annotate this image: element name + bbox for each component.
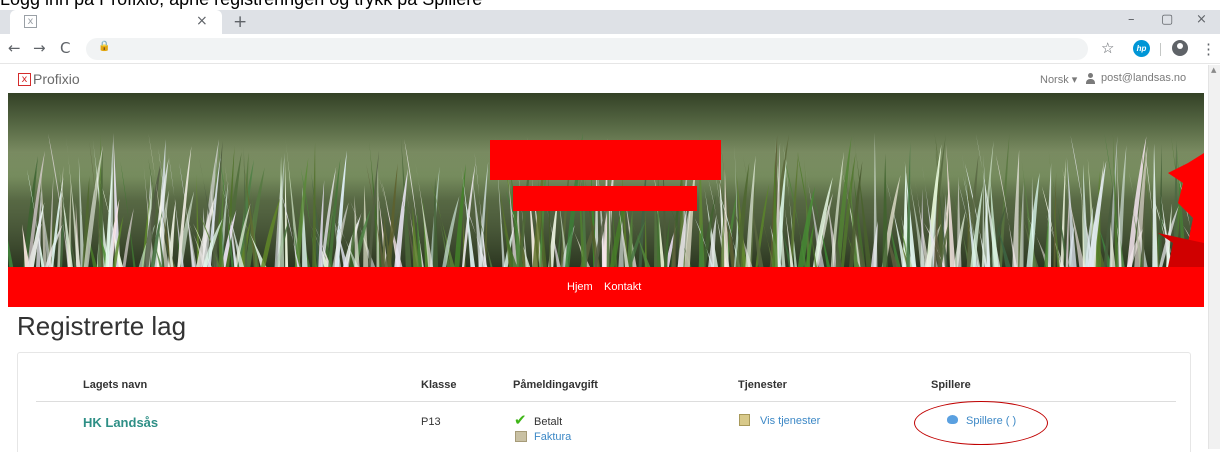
annotation-circle [914, 401, 1048, 445]
page-title: Registrerte lag [17, 311, 187, 341]
browser-tab-strip: x × + – ▢ × [0, 10, 1220, 34]
user-menu[interactable]: post@landsas.no [1085, 72, 1186, 84]
toolbar-divider [1160, 43, 1161, 56]
web-page: ▲ x Profixio Norsk ▾ post@landsas.no Hje… [0, 65, 1220, 452]
teams-table-panel: Lagets navn Klasse Påmeldingavgift Tjene… [17, 352, 1191, 452]
invoice-icon [515, 431, 527, 442]
column-header-players: Spillere [931, 379, 971, 391]
redacted-subtitle-block [513, 186, 697, 211]
profixio-favicon-icon: x [24, 15, 37, 28]
browser-tab[interactable]: x × [10, 10, 222, 34]
grass-banner-image [8, 93, 1204, 267]
column-header-fee: Påmeldingavgift [513, 379, 598, 391]
nav-link-home[interactable]: Hjem [567, 281, 593, 293]
fee-status: Betalt [534, 416, 563, 428]
reload-button[interactable]: C [60, 39, 70, 57]
maximize-button[interactable]: ▢ [1161, 12, 1173, 27]
language-dropdown[interactable]: Norsk ▾ [1040, 73, 1077, 86]
team-class: P13 [421, 416, 441, 428]
user-email: post@landsas.no [1101, 72, 1187, 84]
hp-extension-icon[interactable]: hp [1133, 40, 1150, 57]
caption-text: Logg inn på Profixio, åpne registreringe… [0, 0, 482, 10]
checkmark-icon: ✔ [514, 411, 527, 429]
team-name-link[interactable]: HK Landsås [83, 415, 158, 430]
view-services-link[interactable]: Vis tjenester [760, 415, 820, 427]
profile-icon[interactable] [1172, 40, 1188, 56]
back-button[interactable]: ← [8, 39, 21, 57]
main-nav-bar: Hjem Kontakt [8, 267, 1204, 307]
column-header-team: Lagets navn [83, 379, 148, 391]
site-header: x Profixio Norsk ▾ post@landsas.no [0, 65, 1206, 93]
user-icon [1085, 72, 1096, 84]
logo-text: Profixio [33, 71, 80, 87]
new-tab-button[interactable]: + [233, 12, 247, 32]
lock-icon: 🔒 [98, 41, 111, 52]
services-clipboard-icon [739, 414, 750, 426]
browser-menu-icon[interactable]: ⋮ [1201, 40, 1216, 58]
grass-blades-graphic [8, 93, 1204, 267]
browser-toolbar: ← → C 🔒 ☆ hp ⋮ [0, 34, 1220, 64]
redacted-title-block [490, 140, 721, 180]
nav-link-contact[interactable]: Kontakt [604, 281, 641, 293]
tab-close-icon[interactable]: × [196, 13, 208, 29]
column-header-class: Klasse [421, 379, 457, 391]
column-header-services: Tjenester [738, 379, 787, 391]
logo-mark: x [18, 72, 31, 86]
minimize-button[interactable]: – [1128, 12, 1135, 27]
address-bar[interactable]: 🔒 [86, 38, 1088, 60]
invoice-link[interactable]: Faktura [534, 431, 571, 443]
screenshot-caption: Logg inn på Profixio, åpne registreringe… [0, 0, 1220, 10]
close-window-button[interactable]: × [1196, 12, 1207, 27]
page-scrollbar[interactable]: ▲ [1208, 65, 1220, 449]
profixio-logo[interactable]: x Profixio [18, 71, 80, 87]
bookmark-star-icon[interactable]: ☆ [1101, 39, 1114, 57]
scroll-up-icon[interactable]: ▲ [1211, 66, 1216, 74]
forward-button[interactable]: → [33, 39, 46, 57]
